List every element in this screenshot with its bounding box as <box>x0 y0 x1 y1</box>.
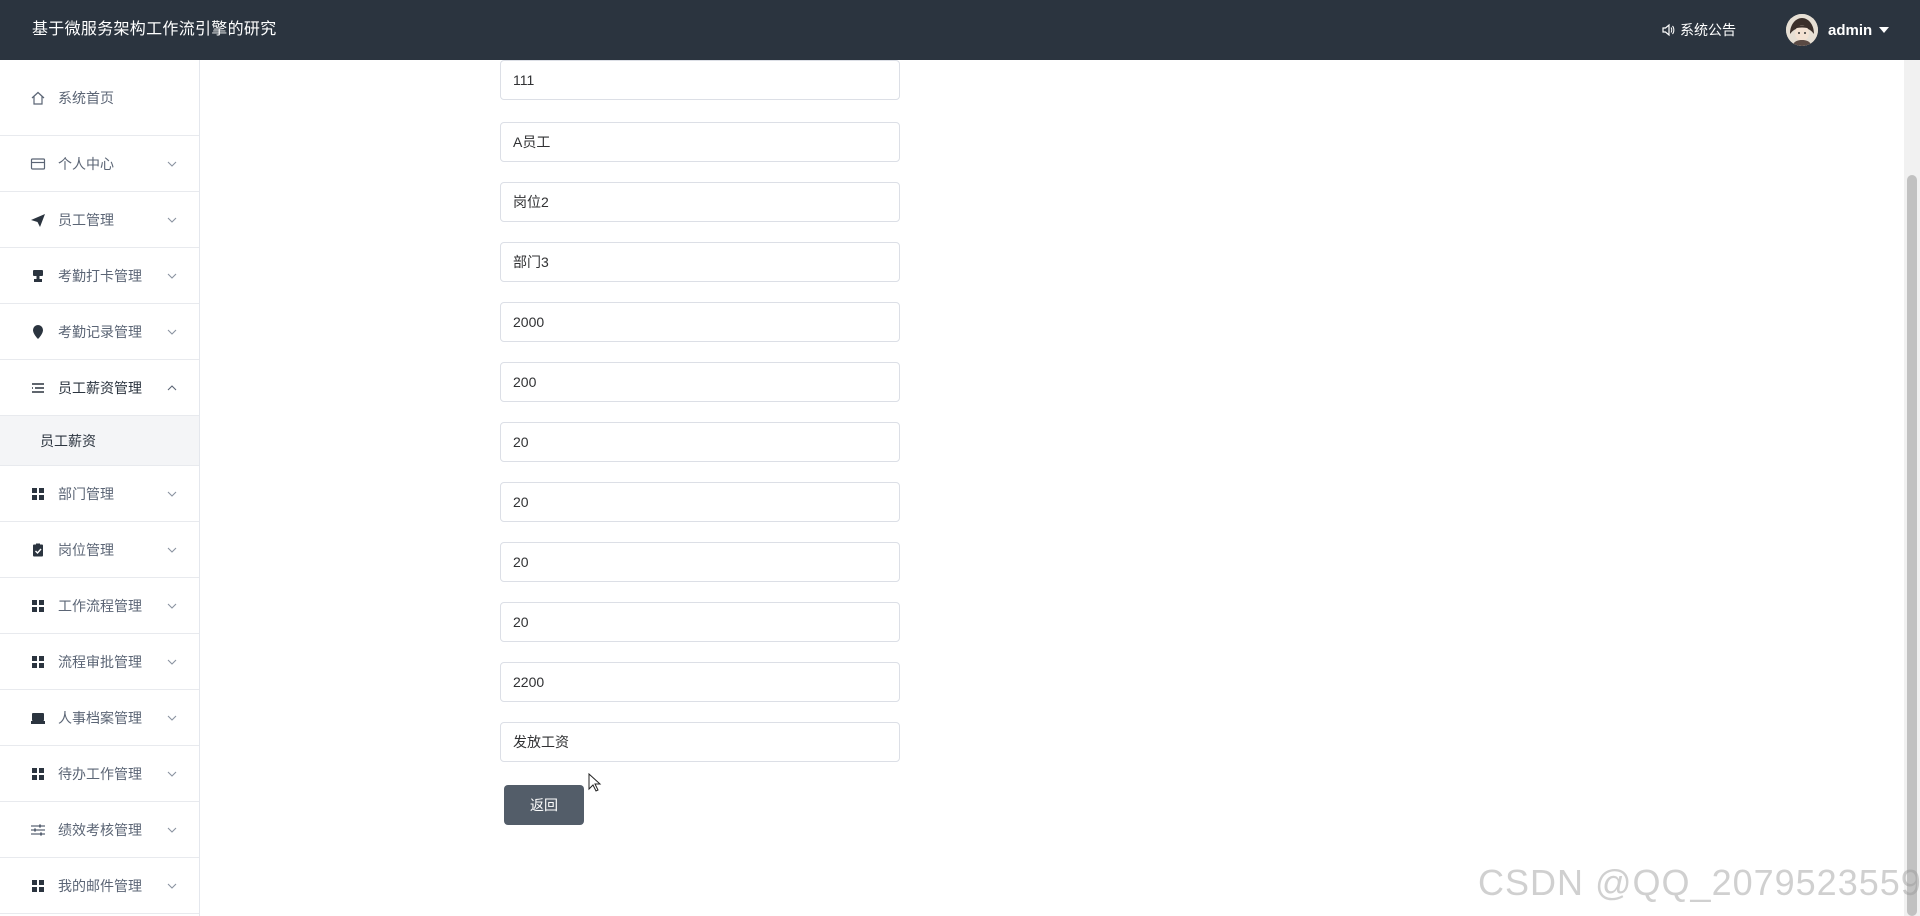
grid-icon <box>30 598 46 614</box>
stamp-icon <box>30 268 46 284</box>
sidebar-item-10[interactable]: 流程审批管理 <box>0 634 199 690</box>
sidebar-item-11[interactable]: 人事档案管理 <box>0 690 199 746</box>
app-title: 基于微服务架构工作流引擎的研究 <box>32 21 277 38</box>
sidebar-item-14[interactable]: 我的邮件管理 <box>0 858 199 914</box>
sidebar-item-label: 员工薪资管理 <box>58 379 142 396</box>
field-input[interactable] <box>500 422 900 462</box>
grid-icon <box>30 878 46 894</box>
main-content: 返回 员工工号员工姓名岗位部门 *底薪 *绩效 *全勤奖 *加班费 *扣绩效 *其它扣款实发… <box>200 60 1904 916</box>
form-row: 部门 <box>200 242 1200 282</box>
sidebar-item-label: 系统首页 <box>58 89 114 106</box>
sidebar-item-label: 部门管理 <box>58 485 114 502</box>
sidebar-item-label: 考勤记录管理 <box>58 323 142 340</box>
form-row: 岗位 <box>200 182 1200 222</box>
username: admin <box>1828 21 1873 39</box>
chevron-up-icon <box>167 384 177 391</box>
sidebar-item-5[interactable]: 考勤记录管理 <box>0 304 199 360</box>
mouse-cursor-icon <box>588 772 602 798</box>
sidebar-item-9[interactable]: 工作流程管理 <box>0 578 199 634</box>
user-menu[interactable]: admin <box>1786 0 1890 60</box>
sidebar-item-label: 岗位管理 <box>58 541 114 558</box>
sidebar-item-label: 流程审批管理 <box>58 653 142 670</box>
chevron-down-icon <box>167 883 177 889</box>
avatar <box>1786 14 1818 46</box>
caret-down-icon <box>1878 25 1890 35</box>
card-icon <box>30 156 46 172</box>
sidebar-item-label: 考勤打卡管理 <box>58 267 142 284</box>
form-row: 工资备注 <box>200 722 1200 762</box>
notice-button[interactable]: 系统公告 <box>1661 0 1736 60</box>
chevron-down-icon <box>167 329 177 335</box>
sidebar-item-label: 待办工作管理 <box>58 765 142 782</box>
sidebar-item-label: 员工管理 <box>58 211 114 228</box>
sidebar-item-1[interactable]: 系统首页 <box>0 60 199 136</box>
form-row: 员工工号 <box>200 60 1200 100</box>
field-input[interactable] <box>500 542 900 582</box>
tray-icon <box>30 710 46 726</box>
top-header: 基于微服务架构工作流引擎的研究 系统公告 admin <box>0 0 1920 60</box>
sidebar-item-12[interactable]: 待办工作管理 <box>0 746 199 802</box>
field-input[interactable] <box>500 242 900 282</box>
speaker-icon <box>1661 23 1675 37</box>
form-row: *全勤奖 <box>200 422 1200 462</box>
notice-label: 系统公告 <box>1680 22 1736 38</box>
chevron-down-icon <box>167 603 177 609</box>
home-icon <box>30 90 46 106</box>
sidebar-item-8[interactable]: 岗位管理 <box>0 522 199 578</box>
sidebar-item-label: 工作流程管理 <box>58 597 142 614</box>
chevron-down-icon <box>167 827 177 833</box>
sliders-icon <box>30 822 46 838</box>
sidebar-item-label: 人事档案管理 <box>58 709 142 726</box>
grid-icon <box>30 486 46 502</box>
clipboard-check-icon <box>30 542 46 558</box>
form-row: *加班费 <box>200 482 1200 522</box>
field-input[interactable] <box>500 122 900 162</box>
field-input[interactable] <box>500 60 900 100</box>
sidebar-item-label: 我的邮件管理 <box>58 877 142 894</box>
form-row: *绩效 <box>200 362 1200 402</box>
scroll-thumb[interactable] <box>1907 175 1917 916</box>
field-input[interactable] <box>500 482 900 522</box>
sidebar-item-label: 个人中心 <box>58 155 114 172</box>
chevron-down-icon <box>167 771 177 777</box>
chevron-down-icon <box>167 659 177 665</box>
location-icon <box>30 324 46 340</box>
sidebar: 系统首页个人中心员工管理考勤打卡管理 考勤记录管理 员工薪资管理员工薪资部门管理岗位… <box>0 60 200 916</box>
field-input[interactable] <box>500 662 900 702</box>
form-row: 实发工资 <box>200 662 1200 702</box>
submenu-item-salary[interactable]: 员工薪资 <box>0 416 199 466</box>
field-input[interactable] <box>500 182 900 222</box>
send-icon <box>30 212 46 228</box>
sidebar-item-2[interactable]: 个人中心 <box>0 136 199 192</box>
page-scrollbar[interactable] <box>1904 60 1920 916</box>
form-row: *其它扣款 <box>200 602 1200 642</box>
sidebar-item-4[interactable]: 考勤打卡管理 <box>0 248 199 304</box>
form-row: 员工姓名 <box>200 122 1200 162</box>
form-row: *底薪 <box>200 302 1200 342</box>
field-input[interactable] <box>500 602 900 642</box>
chevron-down-icon <box>167 547 177 553</box>
chevron-down-icon <box>167 273 177 279</box>
chevron-down-icon <box>167 715 177 721</box>
grid-icon <box>30 654 46 670</box>
list-icon <box>30 380 46 396</box>
field-input[interactable] <box>500 302 900 342</box>
form-row: *扣绩效 <box>200 542 1200 582</box>
chevron-down-icon <box>167 491 177 497</box>
sidebar-item-3[interactable]: 员工管理 <box>0 192 199 248</box>
chevron-down-icon <box>167 217 177 223</box>
back-button[interactable]: 返回 <box>504 785 584 825</box>
grid-icon <box>30 766 46 782</box>
sidebar-item-label: 绩效考核管理 <box>58 821 142 838</box>
field-input[interactable] <box>500 362 900 402</box>
watermark: CSDN @QQ_2079523559 <box>1478 862 1920 903</box>
field-input[interactable] <box>500 722 900 762</box>
sidebar-item-7[interactable]: 部门管理 <box>0 466 199 522</box>
chevron-down-icon <box>167 161 177 167</box>
sidebar-item-6[interactable]: 员工薪资管理 <box>0 360 199 416</box>
sidebar-item-13[interactable]: 绩效考核管理 <box>0 802 199 858</box>
